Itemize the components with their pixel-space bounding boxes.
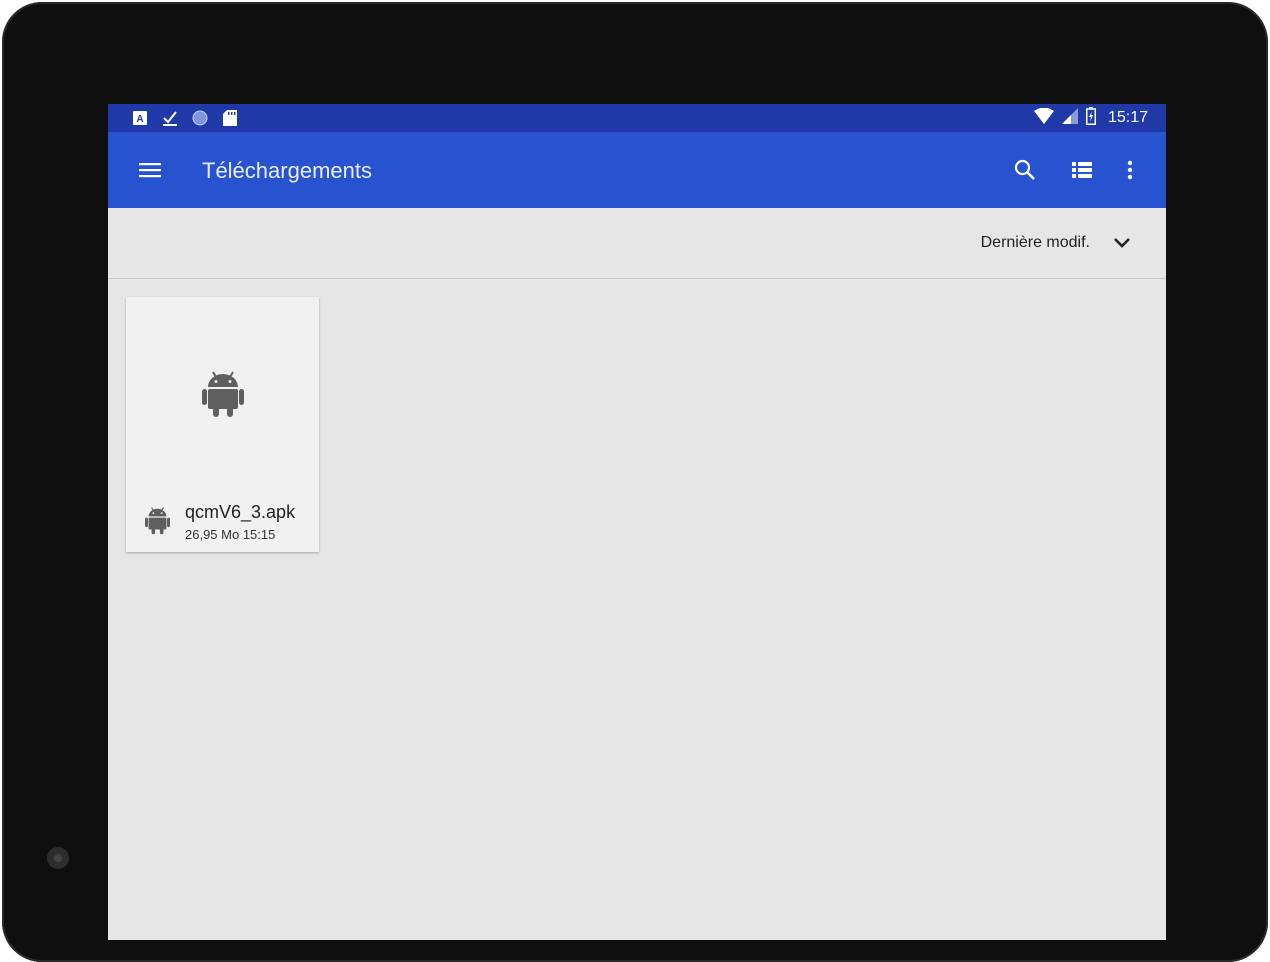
menu-icon: [139, 163, 161, 178]
battery-charging-icon: [1085, 106, 1096, 130]
file-card[interactable]: qcmV6_3.apk 26,95 Mo 15:15: [126, 297, 319, 552]
sort-label[interactable]: Dernière modif.: [981, 234, 1090, 252]
chevron-down-icon: [1114, 238, 1130, 248]
menu-button[interactable]: [138, 158, 162, 182]
wifi-icon: [1033, 107, 1054, 129]
svg-text:A: A: [136, 114, 143, 125]
list-view-icon: [1072, 162, 1092, 178]
front-camera: [47, 847, 69, 869]
download-done-icon: [162, 110, 178, 126]
text-a-icon: A: [132, 110, 148, 126]
app-bar: Téléchargements: [108, 132, 1166, 208]
search-button[interactable]: [1013, 158, 1037, 182]
search-icon: [1014, 159, 1035, 180]
page-title: Téléchargements: [202, 158, 372, 183]
circle-icon: [192, 110, 208, 126]
more-options-button[interactable]: [1118, 158, 1142, 182]
file-meta: 26,95 Mo 15:15: [185, 527, 276, 542]
file-type-android-icon: [145, 507, 170, 535]
sd-card-icon: [222, 110, 238, 126]
cellular-signal-icon: [1061, 107, 1078, 129]
android-icon: [202, 371, 244, 417]
list-view-button[interactable]: [1070, 158, 1094, 182]
sort-dropdown-button[interactable]: [1112, 233, 1132, 253]
status-bar: A 15:17: [108, 104, 1166, 132]
status-clock: 15:17: [1107, 109, 1148, 126]
file-name: qcmV6_3.apk: [185, 502, 296, 522]
status-bar-notifications: A: [132, 110, 238, 126]
more-vert-icon: [1127, 160, 1133, 180]
screen: A 15:17 Téléchargements Dernière modif. …: [108, 104, 1166, 940]
status-bar-system: 15:17: [1033, 104, 1148, 132]
